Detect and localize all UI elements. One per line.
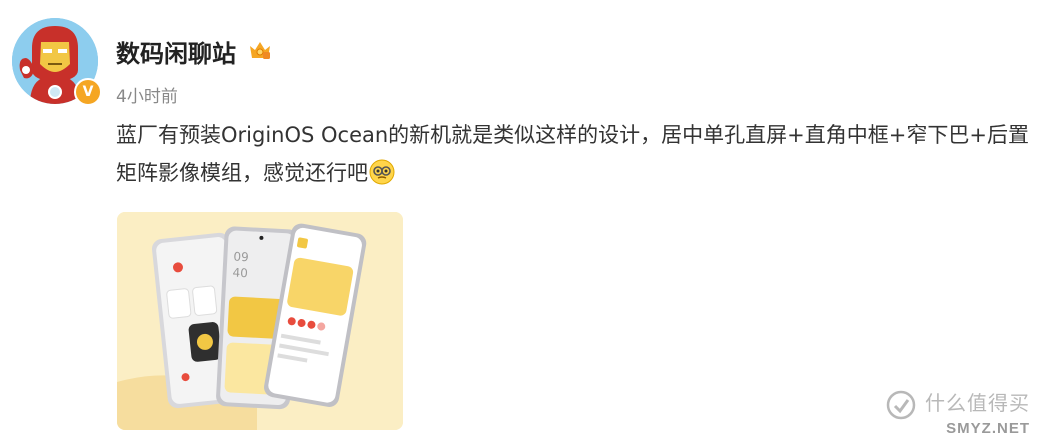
username[interactable]: 数码闲聊站 — [116, 34, 236, 69]
clock-minutes: 40 — [232, 265, 248, 280]
clock-hours: 09 — [233, 249, 249, 264]
post-timestamp[interactable]: 4小时前 — [116, 82, 178, 107]
smzdm-logo-icon — [886, 390, 916, 420]
thinking-face-icon — [369, 159, 395, 185]
site-watermark: 什么值得买 SMYZ.NET — [886, 387, 1030, 437]
verified-v-icon: V — [74, 78, 102, 106]
watermark-site: SMYZ.NET — [946, 420, 1030, 437]
phone-render-image: 09 40 — [117, 212, 403, 430]
crown-badge-icon[interactable] — [248, 38, 272, 62]
post-image[interactable]: 09 40 — [117, 212, 403, 430]
watermark-text: 什么值得买 — [925, 390, 1030, 415]
post-text: 蓝厂有预装OriginOS Ocean的新机就是类似这样的设计，居中单孔直屏+直… — [116, 123, 1029, 185]
avatar[interactable]: V — [12, 18, 102, 108]
post-content: 蓝厂有预装OriginOS Ocean的新机就是类似这样的设计，居中单孔直屏+直… — [116, 116, 1036, 192]
